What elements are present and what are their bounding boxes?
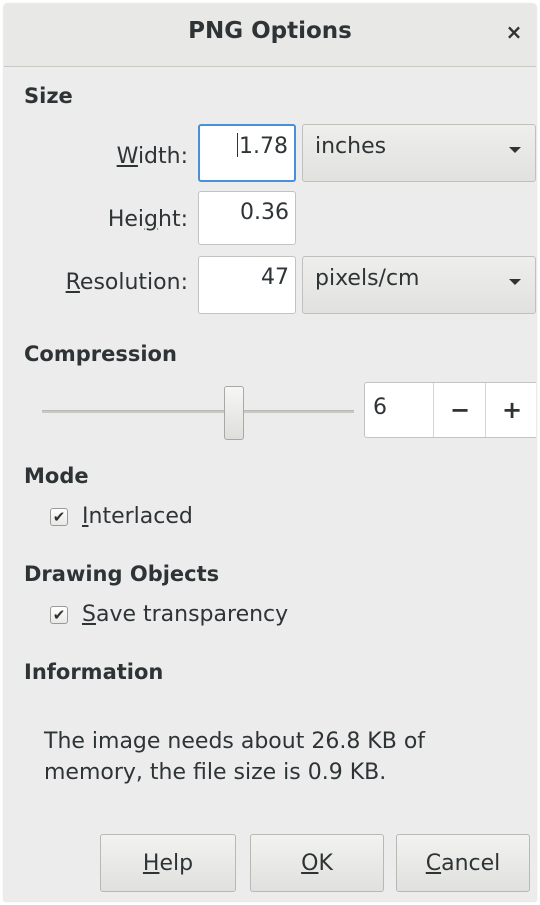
compression-spinbutton[interactable]: 6 − + bbox=[364, 382, 536, 438]
dialog-title: PNG Options bbox=[188, 18, 352, 44]
save-transparency-label[interactable]: Save transparency bbox=[82, 602, 288, 627]
chevron-down-icon bbox=[509, 279, 521, 285]
height-input[interactable]: 0.36 bbox=[198, 191, 296, 245]
interlaced-label[interactable]: Interlaced bbox=[82, 504, 193, 529]
resolution-input[interactable]: 47 bbox=[198, 256, 296, 314]
help-button[interactable]: Help bbox=[100, 834, 236, 892]
information-text: The image needs about 26.8 KB of memory,… bbox=[44, 729, 426, 785]
png-options-dialog: PNG Options × Size Width: 1.78 inches He… bbox=[4, 4, 536, 901]
interlaced-checkbox[interactable]: ✔ bbox=[50, 508, 68, 526]
resolution-label: Resolution: bbox=[65, 270, 188, 295]
size-section-heading: Size bbox=[24, 84, 73, 108]
title-bar[interactable]: PNG Options × bbox=[4, 4, 536, 67]
width-unit-select[interactable]: inches bbox=[302, 124, 536, 182]
width-label: Width: bbox=[116, 144, 188, 169]
compression-slider-handle[interactable] bbox=[224, 386, 244, 440]
width-input[interactable]: 1.78 bbox=[198, 124, 296, 182]
resolution-unit-value: pixels/cm bbox=[315, 266, 420, 291]
chevron-down-icon bbox=[509, 147, 521, 153]
compression-slider-track[interactable] bbox=[42, 410, 354, 413]
compression-section-heading: Compression bbox=[24, 342, 177, 366]
cancel-button[interactable]: Cancel bbox=[396, 834, 530, 892]
mode-section-heading: Mode bbox=[24, 464, 89, 488]
information-section-heading: Information bbox=[24, 660, 164, 684]
height-label: Height: bbox=[107, 207, 188, 232]
save-transparency-checkbox[interactable]: ✔ bbox=[50, 606, 68, 624]
drawing-objects-section-heading: Drawing Objects bbox=[24, 562, 220, 586]
text-cursor bbox=[237, 133, 239, 157]
resolution-unit-select[interactable]: pixels/cm bbox=[302, 256, 536, 314]
width-unit-value: inches bbox=[315, 134, 387, 159]
compression-value[interactable]: 6 bbox=[373, 395, 387, 420]
close-icon[interactable]: × bbox=[502, 20, 526, 44]
ok-button[interactable]: OK bbox=[250, 834, 384, 892]
increment-button[interactable]: + bbox=[485, 383, 536, 437]
decrement-button[interactable]: − bbox=[433, 383, 486, 437]
